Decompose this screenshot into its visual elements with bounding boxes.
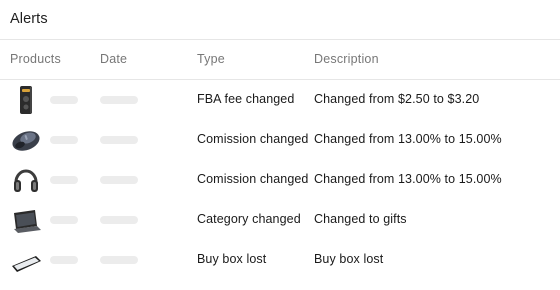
product-name-placeholder (50, 176, 78, 184)
alert-type: Category changed (197, 212, 301, 226)
product-name-placeholder (50, 216, 78, 224)
column-header-products: Products (10, 52, 61, 66)
date-placeholder (100, 136, 138, 144)
alert-description: Changed from 13.00% to 15.00% (314, 172, 502, 186)
column-header-date: Date (100, 52, 128, 66)
date-placeholder (100, 256, 138, 264)
column-header-description: Description (314, 52, 379, 66)
table-row[interactable]: Category changed Changed to gifts (0, 200, 560, 240)
alert-type: Comission changed (197, 132, 309, 146)
tablet-icon (10, 244, 42, 276)
product-name-placeholder (50, 256, 78, 264)
column-header-type: Type (197, 52, 225, 66)
table-row[interactable]: Buy box lost Buy box lost (0, 240, 560, 280)
alert-type: Comission changed (197, 172, 309, 186)
date-placeholder (100, 216, 138, 224)
date-placeholder (100, 176, 138, 184)
computer-mouse-icon (10, 124, 42, 156)
alert-description: Changed from $2.50 to $3.20 (314, 92, 480, 106)
alert-description: Changed from 13.00% to 15.00% (314, 132, 502, 146)
table-row[interactable]: Comission changed Changed from 13.00% to… (0, 120, 560, 160)
title-divider (0, 39, 560, 40)
alert-description: Buy box lost (314, 252, 384, 266)
alert-description: Changed to gifts (314, 212, 407, 226)
table-row[interactable]: Comission changed Changed from 13.00% to… (0, 160, 560, 200)
table-row[interactable]: FBA fee changed Changed from $2.50 to $3… (0, 80, 560, 120)
card-title: Alerts (10, 11, 48, 27)
product-name-placeholder (50, 96, 78, 104)
speaker-device-icon (10, 84, 42, 116)
alert-type: FBA fee changed (197, 92, 295, 106)
alert-type: Buy box lost (197, 252, 267, 266)
headphones-icon (10, 164, 42, 196)
laptop-icon (10, 204, 42, 236)
date-placeholder (100, 96, 138, 104)
product-name-placeholder (50, 136, 78, 144)
